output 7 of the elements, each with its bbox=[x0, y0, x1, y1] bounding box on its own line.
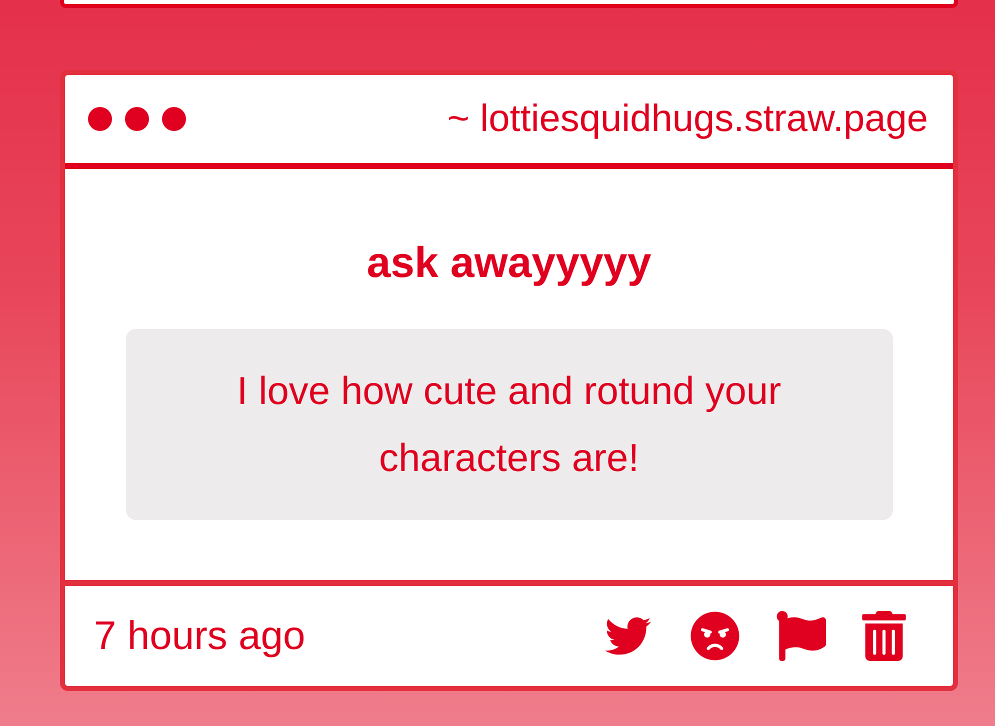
trash-icon[interactable] bbox=[862, 611, 906, 661]
question-title: ask awayyyyy bbox=[366, 238, 652, 288]
angry-face-icon[interactable] bbox=[690, 611, 740, 661]
time-ago: 7 hours ago bbox=[94, 613, 306, 660]
flag-icon[interactable] bbox=[776, 611, 826, 661]
message-text: I love how cute and rotund your characters are! bbox=[236, 368, 782, 482]
page-url: ~ lottiesquidhugs.straw.page bbox=[447, 97, 928, 142]
